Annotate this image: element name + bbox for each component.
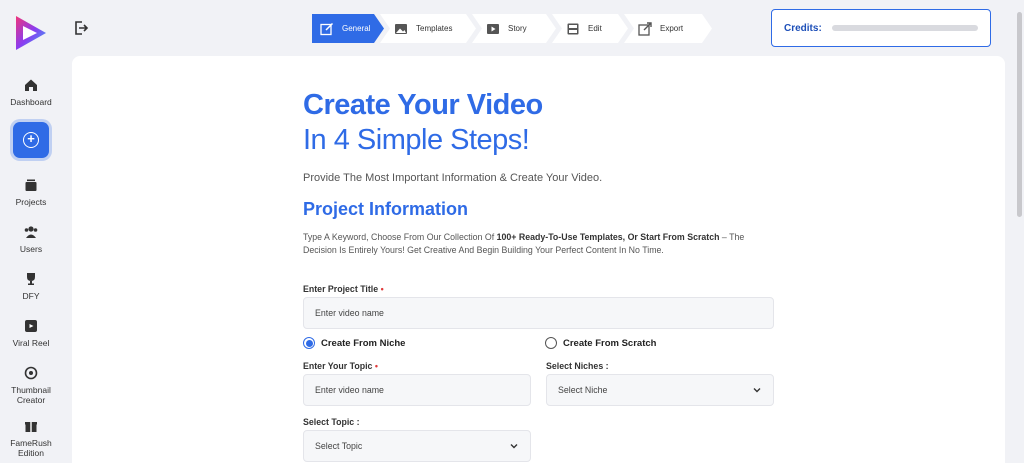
users-icon: [24, 226, 38, 238]
sidebar-item-dfy[interactable]: DFY: [0, 271, 62, 301]
radio-selected-icon: [303, 337, 315, 349]
topic-placeholder: Enter video name: [315, 385, 384, 395]
radio-label: Create From Niche: [321, 337, 406, 349]
play-icon: [486, 22, 500, 36]
sidebar-item-label-line2: Edition: [18, 448, 44, 458]
page-scrollbar[interactable]: [1017, 12, 1022, 217]
niches-label: Select Niches :: [546, 361, 609, 371]
image-icon: [394, 22, 408, 36]
topic-select-value: Select Topic: [315, 441, 363, 451]
section-description: Type A Keyword, Choose From Our Collecti…: [303, 231, 775, 257]
sidebar-item-users[interactable]: Users: [0, 224, 62, 254]
thumbnail-icon: [24, 366, 38, 380]
step-label: Edit: [588, 24, 602, 33]
description-text: Type A Keyword, Choose From Our Collecti…: [303, 232, 497, 242]
chevron-down-icon: [510, 444, 518, 449]
step-label: General: [342, 24, 371, 33]
sidebar-item-projects[interactable]: Projects: [0, 177, 62, 207]
sidebar-item-label: Thumbnail: [11, 385, 51, 395]
step-general[interactable]: General: [312, 14, 384, 43]
home-icon: [25, 79, 37, 91]
export-icon: [638, 22, 652, 36]
sidebar-item-label: DFY: [22, 291, 40, 301]
sidebar-item-label: Users: [19, 244, 43, 254]
radio-create-from-niche[interactable]: Create From Niche: [303, 337, 405, 349]
film-edit-icon: [566, 22, 580, 36]
required-mark: •: [380, 284, 384, 294]
step-label: Templates: [416, 24, 453, 33]
project-title-input[interactable]: Enter video name: [303, 297, 774, 329]
sidebar-item-thumbnail-creator[interactable]: Thumbnail Creator: [0, 365, 62, 405]
credits-panel: Credits:: [771, 9, 991, 47]
gift-icon: [25, 422, 37, 432]
steps-progress: General Templates Story Edit Export: [312, 14, 708, 43]
radio-label: Create From Scratch: [563, 337, 657, 349]
project-title-label-text: Enter Project Title: [303, 284, 379, 294]
project-title-label: Enter Project Title •: [303, 284, 384, 294]
page-title-line2: In 4 Simple Steps!: [303, 124, 530, 156]
new-project-button[interactable]: +: [13, 122, 49, 158]
sidebar-item-label: FameRush: [10, 438, 52, 448]
step-export[interactable]: Export: [624, 14, 712, 43]
section-title: Project Information: [303, 199, 469, 219]
project-title-placeholder: Enter video name: [315, 308, 384, 318]
step-story[interactable]: Story: [472, 14, 556, 43]
sidebar-item-label: Projects: [15, 197, 47, 207]
page-title: Create Your Video: [303, 89, 543, 121]
plus-icon: +: [23, 132, 39, 148]
credits-progress-bar: [831, 25, 978, 31]
sidebar-item-viral-reel[interactable]: Viral Reel: [0, 318, 62, 348]
required-mark: •: [374, 361, 378, 371]
sidebar-item-label: Dashboard: [10, 97, 52, 107]
radio-create-from-scratch[interactable]: Create From Scratch: [545, 337, 656, 349]
credits-label: Credits:: [784, 22, 822, 34]
projects-icon: [25, 179, 37, 191]
trophy-icon: [27, 273, 35, 285]
sidebar-item-label-line2: Creator: [16, 395, 46, 405]
chevron-down-icon: [753, 388, 761, 393]
radio-unselected-icon: [545, 337, 557, 349]
edit-icon: [320, 22, 334, 36]
app-logo[interactable]: [13, 14, 49, 52]
exit-icon[interactable]: [73, 20, 89, 36]
sidebar-item-label: Viral Reel: [12, 338, 50, 348]
topic-select[interactable]: Select Topic: [303, 430, 531, 462]
step-label: Export: [660, 24, 684, 33]
sidebar-item-dashboard[interactable]: Dashboard: [0, 77, 62, 107]
niche-select[interactable]: Select Niche: [546, 374, 774, 406]
select-topic-label: Select Topic :: [303, 417, 360, 427]
sidebar-item-famerush-edition[interactable]: FameRush Edition: [0, 418, 62, 458]
step-templates[interactable]: Templates: [380, 14, 476, 43]
project-form: Create Your Video In 4 Simple Steps! Pro…: [303, 88, 775, 257]
niche-select-value: Select Niche: [558, 385, 608, 395]
page-subtitle: Provide The Most Important Information &…: [303, 172, 603, 184]
description-bold-text: 100+ Ready-To-Use Templates, Or Start Fr…: [496, 232, 720, 242]
step-edit[interactable]: Edit: [552, 14, 628, 43]
step-label: Story: [508, 24, 527, 33]
topic-label: Enter Your Topic •: [303, 361, 378, 371]
topic-label-text: Enter Your Topic: [303, 361, 373, 371]
reel-icon: [25, 320, 37, 332]
sidebar: Dashboard + Projects Users DFY Viral Ree…: [0, 0, 62, 463]
topic-input[interactable]: Enter video name: [303, 374, 531, 406]
